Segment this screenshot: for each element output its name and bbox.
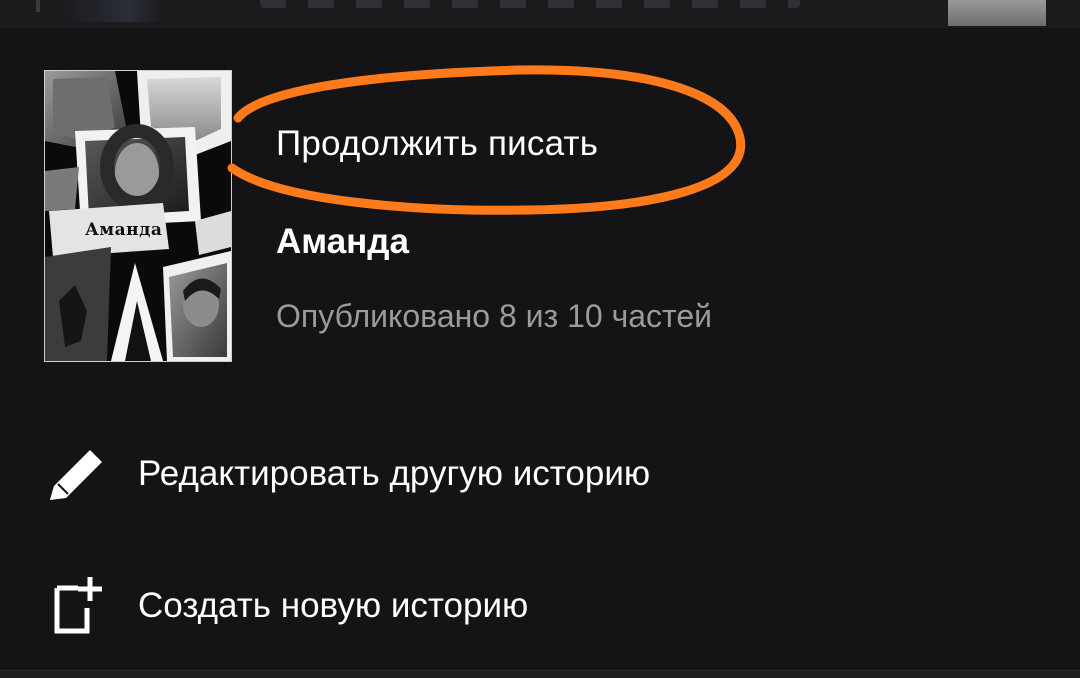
story-progress-text: Опубликовано 8 из 10 частей: [276, 298, 713, 334]
add-document-icon: [54, 577, 102, 634]
cover-title-text: Аманда: [85, 220, 163, 240]
background-text: [260, 0, 800, 8]
cover-collage: [45, 71, 231, 361]
story-title: Аманда: [276, 222, 409, 261]
screen: Аманда Продолжить писать Аманда Опублико…: [0, 0, 1080, 678]
background-thumbnail-right: [948, 0, 1046, 26]
background-thumbnail-left: [60, 0, 160, 22]
background-edge: [36, 0, 40, 12]
background-content-strip: [0, 0, 1080, 28]
pencil-icon: [50, 450, 102, 500]
bottom-divider: [0, 670, 1080, 678]
edit-other-story-label[interactable]: Редактировать другую историю: [138, 452, 650, 496]
create-new-story-label[interactable]: Создать новую историю: [138, 584, 528, 628]
story-cover-image[interactable]: Аманда: [44, 70, 232, 362]
continue-writing-button[interactable]: Продолжить писать: [276, 122, 598, 166]
